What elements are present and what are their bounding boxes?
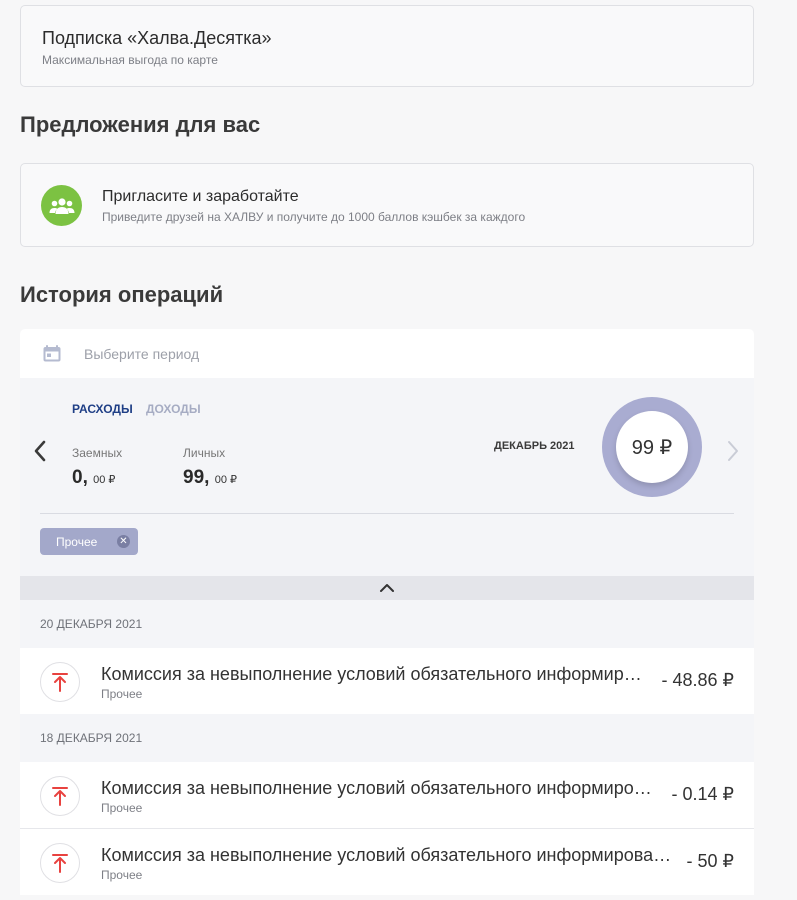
month-label: ДЕКАБРЬ 2021 [494, 440, 575, 452]
filter-chip[interactable]: Прочее ✕ [40, 528, 138, 555]
operations-history: Выберите период РАСХОДЫ ДОХОДЫ Заемных 0… [20, 329, 754, 895]
transaction-amount: - 0.14 ₽ [671, 784, 734, 804]
transaction-category: Прочее [101, 687, 143, 701]
history-heading: История операций [20, 282, 224, 307]
calendar-icon [43, 345, 61, 362]
chevron-up-icon [380, 584, 394, 592]
summary-panel: РАСХОДЫ ДОХОДЫ Заемных 0, 00 ₽ Личных 99… [20, 378, 754, 576]
transaction-category: Прочее [101, 801, 143, 815]
date-header: 20 ДЕКАБРЯ 2021 [20, 600, 754, 648]
expense-arrow-icon [40, 776, 80, 816]
transaction-name: Комиссия за невыполнение условий обязате… [101, 664, 649, 684]
offer-subtitle: Приведите друзей на ХАЛВУ и получите до … [102, 210, 526, 224]
chevron-right-icon[interactable] [726, 440, 740, 462]
expenses-donut: 99 ₽ [602, 397, 702, 497]
collapse-toggle[interactable] [20, 576, 754, 600]
expense-arrow-icon [40, 662, 80, 702]
transaction-row[interactable]: Комиссия за невыполнение условий обязате… [20, 648, 754, 714]
transaction-name: Комиссия за невыполнение условий обязате… [101, 845, 677, 865]
transaction-row[interactable]: Комиссия за невыполнение условий обязате… [20, 762, 754, 828]
period-placeholder: Выберите период [84, 346, 200, 362]
donut-total: 99 ₽ [616, 411, 688, 483]
close-icon[interactable]: ✕ [117, 535, 130, 548]
subscription-subtitle: Максимальная выгода по карте [42, 53, 218, 67]
transaction-category: Прочее [101, 868, 143, 882]
borrowed-label: Заемных [72, 446, 123, 460]
group-icon [41, 185, 82, 226]
subscription-card[interactable]: Подписка «Халва.Десятка» Максимальная вы… [20, 5, 754, 87]
own-amount: 99, 00 ₽ [183, 467, 237, 488]
divider [40, 513, 734, 514]
offer-card-invite[interactable]: Пригласите и заработайте Приведите друзе… [20, 163, 754, 247]
period-selector[interactable]: Выберите период [20, 329, 754, 378]
transaction-row[interactable]: Комиссия за невыполнение условий обязате… [20, 829, 754, 895]
transaction-name: Комиссия за невыполнение условий обязате… [101, 778, 658, 798]
transaction-amount: - 48.86 ₽ [661, 670, 735, 690]
transaction-amount: - 50 ₽ [686, 851, 734, 871]
offers-heading: Предложения для вас [20, 112, 261, 137]
tab-expenses[interactable]: РАСХОДЫ [72, 402, 133, 416]
expense-arrow-icon [40, 843, 80, 883]
offer-title: Пригласите и заработайте [102, 188, 299, 205]
date-header: 18 ДЕКАБРЯ 2021 [20, 714, 754, 762]
chevron-left-icon[interactable] [33, 440, 47, 462]
filter-chip-label: Прочее [56, 535, 98, 549]
own-label: Личных [183, 446, 226, 460]
subscription-title: Подписка «Халва.Десятка» [42, 28, 272, 48]
borrowed-amount: 0, 00 ₽ [72, 467, 116, 488]
tab-income[interactable]: ДОХОДЫ [146, 402, 201, 416]
